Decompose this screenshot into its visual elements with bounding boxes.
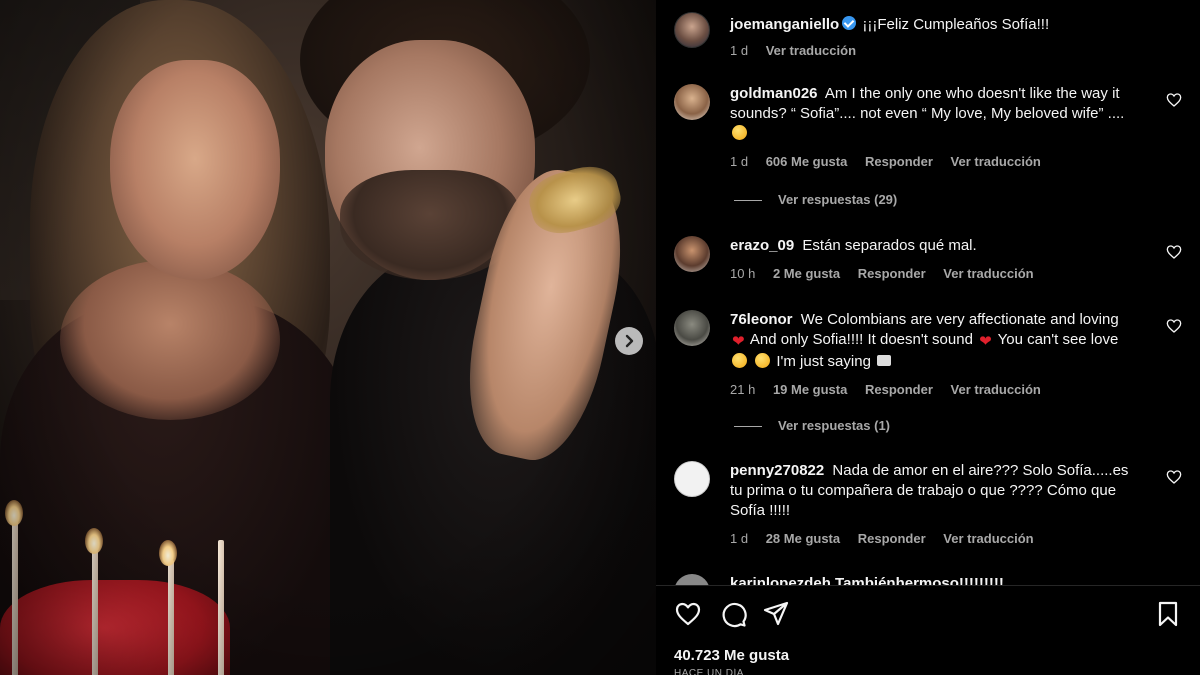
comment-time: 1 d xyxy=(730,531,749,546)
view-replies-button[interactable]: Ver respuestas (1) xyxy=(734,418,890,433)
translate-link[interactable]: Ver traducción xyxy=(943,531,1033,546)
comment-icon[interactable] xyxy=(719,600,747,628)
like-comment-heart-icon[interactable] xyxy=(1166,469,1182,485)
avatar[interactable] xyxy=(674,461,710,497)
translate-link[interactable]: Ver traducción xyxy=(943,266,1033,281)
avatar[interactable] xyxy=(674,236,710,272)
post-age: HACE UN DÍA xyxy=(674,668,744,675)
reply-button[interactable]: Responder xyxy=(858,531,926,546)
next-photo-button[interactable] xyxy=(615,327,643,355)
comment-username[interactable]: erazo_09 xyxy=(730,237,794,254)
reply-button[interactable]: Responder xyxy=(865,382,933,397)
reply-button[interactable]: Responder xyxy=(865,154,933,169)
comment-item xyxy=(674,574,710,585)
like-count[interactable]: 40.723 Me gusta xyxy=(674,647,789,664)
like-comment-heart-icon[interactable] xyxy=(1166,244,1182,260)
avatar[interactable] xyxy=(674,12,710,48)
comment-text: karinlopezdeh Tambiénhermoso!!!!!!!!! xyxy=(730,575,1004,585)
flushed-face-emoji-icon xyxy=(732,353,747,368)
action-bar xyxy=(674,600,1182,630)
comment-text: We Colombians are very affectionate and … xyxy=(800,311,1119,328)
comment-time: 21 h xyxy=(730,382,756,397)
avatar[interactable] xyxy=(674,84,710,120)
comment-likes[interactable]: 19 Me gusta xyxy=(773,382,847,397)
verified-badge-icon xyxy=(842,16,857,30)
comment-username[interactable]: goldman026 xyxy=(730,85,818,102)
red-heart-emoji-icon: ❤ xyxy=(979,333,992,350)
translate-link[interactable]: Ver traducción xyxy=(951,154,1041,169)
comments-panel: joemanganiello ¡¡¡Feliz Cumpleaños Sofía… xyxy=(656,0,1200,675)
post-time: 1 d xyxy=(730,43,749,58)
red-heart-emoji-icon: ❤ xyxy=(732,333,745,350)
comment-time: 10 h xyxy=(730,266,756,281)
comment-likes[interactable]: 2 Me gusta xyxy=(773,266,840,281)
comment-username[interactable]: penny270822 xyxy=(730,462,824,479)
view-replies-button[interactable]: Ver respuestas (29) xyxy=(734,192,897,207)
relieved-face-emoji-icon xyxy=(755,353,771,368)
translate-link[interactable]: Ver traducción xyxy=(766,43,856,58)
woman-tipping-hand-emoji-icon xyxy=(732,125,747,140)
comment-username[interactable]: 76leonor xyxy=(730,311,793,328)
bookmark-icon[interactable] xyxy=(1154,600,1182,628)
avatar[interactable] xyxy=(674,310,710,346)
white-flag-emoji-icon xyxy=(877,355,892,366)
heart-icon[interactable] xyxy=(674,600,702,628)
comment-text: Están separados qué mal. xyxy=(802,237,977,254)
post-photo[interactable] xyxy=(0,0,656,675)
like-comment-heart-icon[interactable] xyxy=(1166,318,1182,334)
post-username[interactable]: joemanganiello xyxy=(730,16,839,33)
reply-button[interactable]: Responder xyxy=(858,266,926,281)
avatar[interactable] xyxy=(674,574,710,585)
share-icon[interactable] xyxy=(762,600,790,628)
caption-text: ¡¡¡Feliz Cumpleaños Sofía!!! xyxy=(862,16,1050,33)
divider xyxy=(656,585,1200,586)
like-comment-heart-icon[interactable] xyxy=(1166,92,1182,108)
comment-time: 1 d xyxy=(730,154,749,169)
chevron-right-icon xyxy=(625,334,634,348)
translate-link[interactable]: Ver traducción xyxy=(951,382,1041,397)
comment-likes[interactable]: 28 Me gusta xyxy=(766,531,840,546)
comment-likes[interactable]: 606 Me gusta xyxy=(766,154,848,169)
